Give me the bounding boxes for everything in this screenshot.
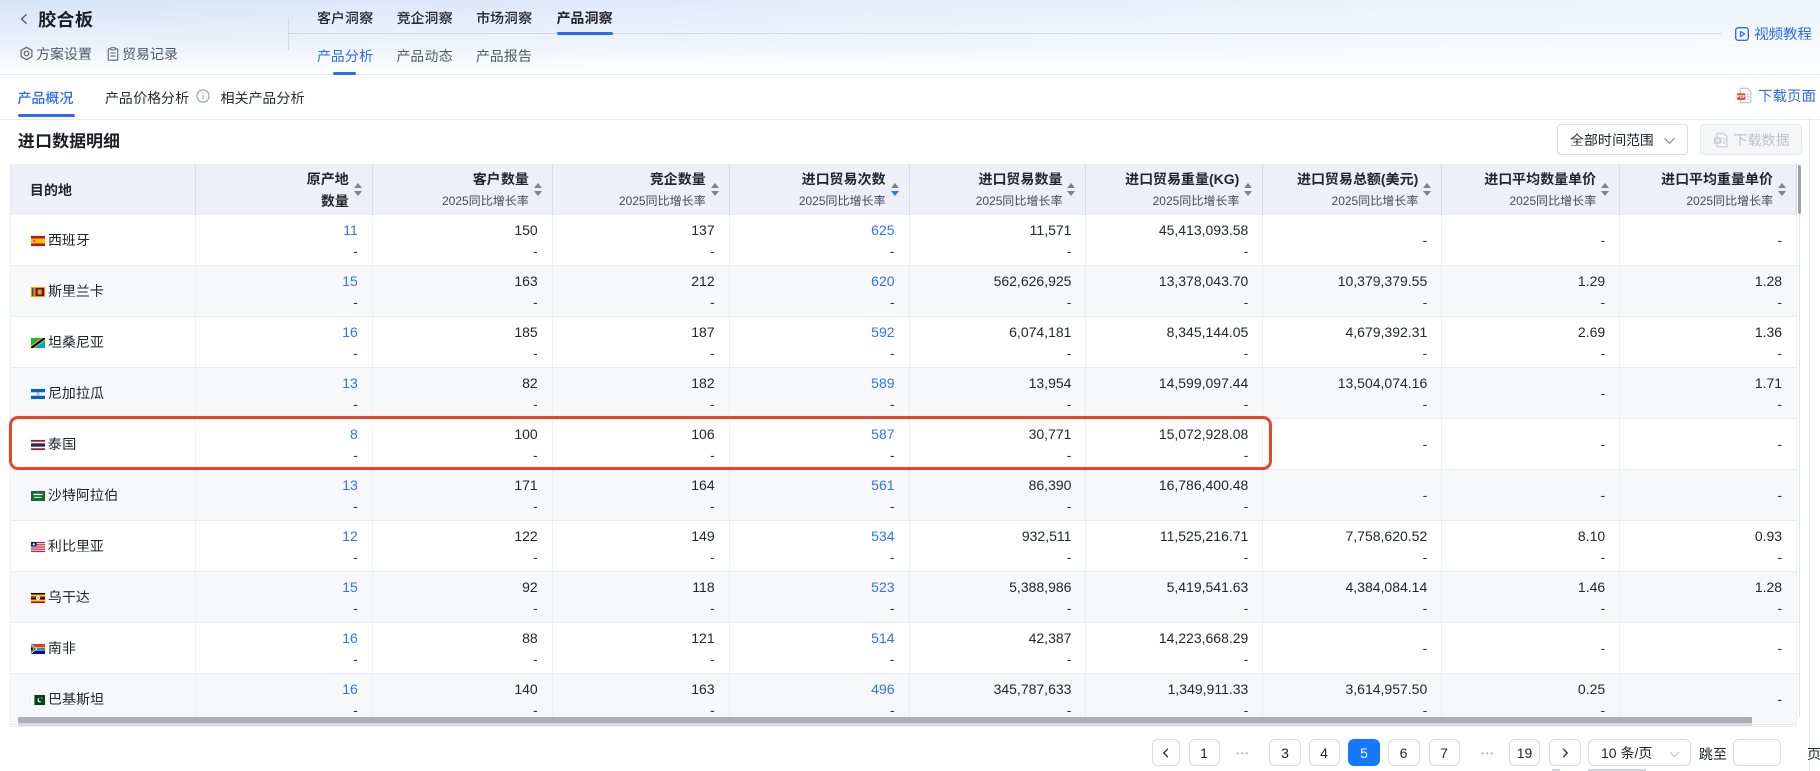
svg-text:PDF: PDF <box>1737 94 1746 99</box>
